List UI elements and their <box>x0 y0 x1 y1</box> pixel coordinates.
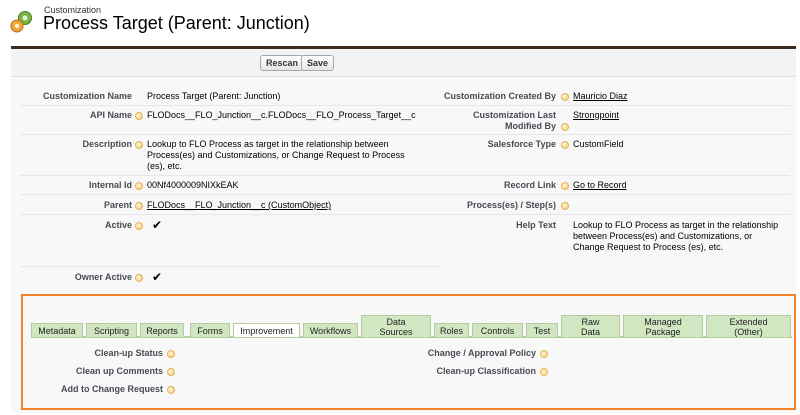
tab-label-line1: Data <box>386 317 406 327</box>
cleanup-comments-label: Clean up Comments <box>75 366 163 376</box>
cleanup-classification-label: Clean-up Classification <box>436 366 536 376</box>
cleanup-status-label: Clean-up Status <box>94 348 163 358</box>
tab-managed[interactable]: Managed Package <box>623 315 703 337</box>
tab-reports[interactable]: Reports <box>140 323 184 337</box>
parent-label: Parent <box>103 200 132 210</box>
help-text-label: Help Text <box>516 220 556 230</box>
change-approval-policy-label: Change / Approval Policy <box>427 348 536 358</box>
divider <box>440 214 790 215</box>
button-bar: Rescan Save <box>11 49 796 77</box>
tab-label-line1: Raw <box>581 317 600 327</box>
help-icon[interactable] <box>135 182 143 190</box>
customization-name-value: Process Target (Parent: Junction) <box>147 91 281 101</box>
active-label: Active <box>104 220 132 230</box>
record-link-label: Record Link <box>503 180 556 190</box>
help-text-value: Lookup to FLO Process as target in the r… <box>573 220 779 252</box>
divider <box>440 194 790 195</box>
last-modified-label-line1: Customization Last <box>472 110 556 120</box>
divider <box>20 194 440 195</box>
internal-id-value: 00Nf4000009NIXkEAK <box>147 180 239 190</box>
tab-forms[interactable]: Forms <box>190 323 230 337</box>
parent-link[interactable]: FLODocs__FLO_Junction__c (CustomObject) <box>147 200 331 211</box>
tab-label-line1: Managed <box>644 317 682 327</box>
owner-active-label: Owner Active <box>74 272 132 282</box>
api-name-value: FLODocs__FLO_Junction__c.FLODocs__FLO_Pr… <box>147 110 416 120</box>
help-icon[interactable] <box>561 202 569 210</box>
divider <box>440 175 790 176</box>
help-icon[interactable] <box>540 350 548 358</box>
tab-controls[interactable]: Controls <box>472 323 523 337</box>
help-icon[interactable] <box>135 202 143 210</box>
created-by-label: Customization Created By <box>443 91 556 101</box>
description-value: Lookup to FLO Process as target in the r… <box>147 139 405 171</box>
last-modified-link[interactable]: Strongpoint <box>573 110 619 121</box>
help-icon[interactable] <box>135 112 143 120</box>
tab-label-line2: Package <box>645 327 681 337</box>
created-by-link[interactable]: Mauricio Diaz <box>573 91 628 102</box>
divider <box>20 134 440 135</box>
help-icon[interactable] <box>167 386 175 394</box>
help-icon[interactable] <box>561 123 569 131</box>
tab-metadata[interactable]: Metadata <box>31 323 83 337</box>
help-icon[interactable] <box>135 222 143 230</box>
active-checkmark-icon: ✔ <box>152 218 163 232</box>
api-name-label: API Name <box>89 110 132 120</box>
save-button[interactable]: Save <box>301 55 335 71</box>
process-step-label: Process(es) / Step(s) <box>466 200 556 210</box>
help-icon[interactable] <box>540 368 548 376</box>
divider <box>20 105 440 106</box>
go-to-record-link[interactable]: Go to Record <box>573 180 627 191</box>
tab-roles[interactable]: Roles <box>434 323 469 337</box>
tab-label-line2: (Other) <box>734 327 763 337</box>
divider <box>20 266 440 267</box>
tab-extended[interactable]: Extended (Other) <box>706 315 791 337</box>
help-icon[interactable] <box>135 141 143 149</box>
tab-label-line1: Extended <box>729 317 768 327</box>
internal-id-label: Internal Id <box>88 180 132 190</box>
tab-improvement[interactable]: Improvement <box>233 323 300 337</box>
help-icon[interactable] <box>561 93 569 101</box>
page-header: Customization Process Target (Parent: Ju… <box>0 0 800 44</box>
customization-name-label: Customization Name <box>42 91 132 101</box>
divider <box>20 175 440 176</box>
tab-workflows[interactable]: Workflows <box>303 323 358 337</box>
gear-icon <box>10 11 32 33</box>
tab-data[interactable]: Data Sources <box>361 315 431 337</box>
help-icon[interactable] <box>135 274 143 282</box>
salesforce-type-value: CustomField <box>573 139 624 149</box>
page-title: Process Target (Parent: Junction) <box>43 13 310 33</box>
help-icon[interactable] <box>167 350 175 358</box>
divider <box>440 105 790 106</box>
description-label: Description <box>82 139 132 149</box>
add-to-change-request-label: Add to Change Request <box>60 384 163 394</box>
divider <box>20 214 440 215</box>
salesforce-type-label: Salesforce Type <box>487 139 556 149</box>
last-modified-label-line2: Modified By <box>505 121 556 131</box>
help-icon[interactable] <box>561 182 569 190</box>
help-icon[interactable] <box>167 368 175 376</box>
rescan-button[interactable]: Rescan <box>260 55 305 71</box>
tab-label-line2: Data <box>580 327 600 337</box>
tab-scripting[interactable]: Scripting <box>86 323 137 337</box>
tab-raw[interactable]: Raw Data <box>561 315 620 337</box>
owner-active-checkmark-icon: ✔ <box>152 270 163 284</box>
tab-test[interactable]: Test <box>526 323 558 337</box>
divider <box>440 134 790 135</box>
help-icon[interactable] <box>561 141 569 149</box>
tab-label-line2: Sources <box>379 327 413 337</box>
